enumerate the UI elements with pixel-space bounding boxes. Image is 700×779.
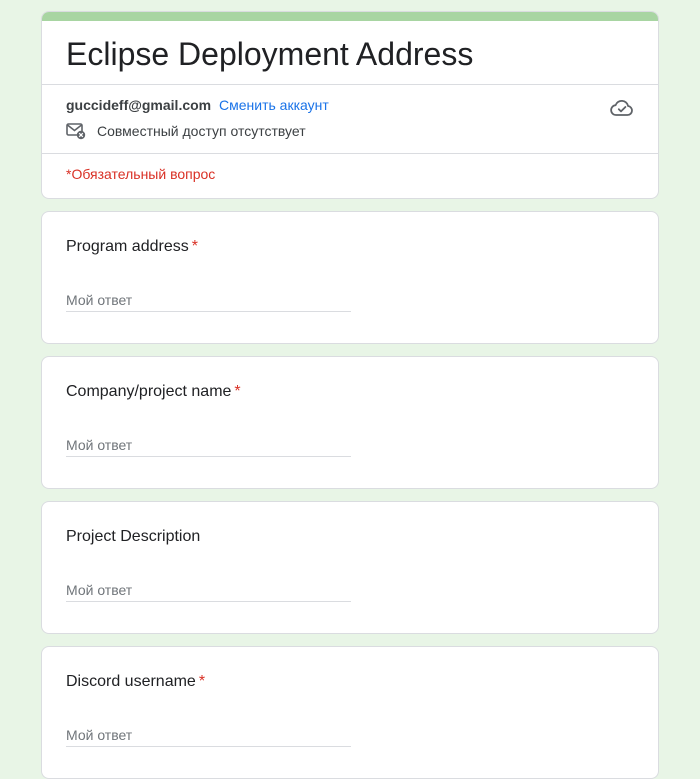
share-status-text: Совместный доступ отсутствует (97, 123, 306, 139)
answer-input[interactable] (66, 578, 351, 602)
answer-input[interactable] (66, 433, 351, 457)
question-card: Discord username * (41, 646, 659, 779)
cloud-check-icon[interactable] (610, 96, 634, 120)
switch-account-link[interactable]: Сменить аккаунт (219, 97, 329, 113)
account-row: guccideff@gmail.com Сменить аккаунт (66, 96, 329, 114)
required-question-note: *Обязательный вопрос (66, 166, 216, 182)
form-container: Eclipse Deployment Address guccideff@gma… (41, 11, 659, 779)
account-email: guccideff@gmail.com (66, 97, 212, 113)
form-header-card: Eclipse Deployment Address guccideff@gma… (41, 11, 659, 199)
required-asterisk: * (198, 673, 206, 690)
question-card: Program address * (41, 211, 659, 344)
question-title: Discord username * (66, 671, 205, 693)
question-title-text: Project Description (66, 528, 201, 545)
question-title: Project Description (66, 526, 203, 548)
required-asterisk: * (191, 238, 198, 255)
question-title: Company/project name * (66, 381, 241, 403)
answer-input[interactable] (66, 723, 351, 747)
question-title-text: Company/project name (66, 383, 232, 400)
mail-not-shared-icon (66, 122, 86, 140)
required-asterisk: * (234, 383, 241, 400)
share-status-row: Совместный доступ отсутствует (66, 122, 306, 140)
question-title-text: Program address (66, 238, 189, 255)
question-card: Project Description (41, 501, 659, 634)
form-title: Eclipse Deployment Address (66, 36, 474, 72)
header-accent-bar (42, 12, 658, 21)
required-divider (42, 153, 658, 154)
answer-input[interactable] (66, 288, 351, 312)
header-divider (42, 84, 658, 85)
question-title: Program address * (66, 236, 198, 258)
question-card: Company/project name * (41, 356, 659, 489)
question-title-text: Discord username (66, 673, 196, 690)
